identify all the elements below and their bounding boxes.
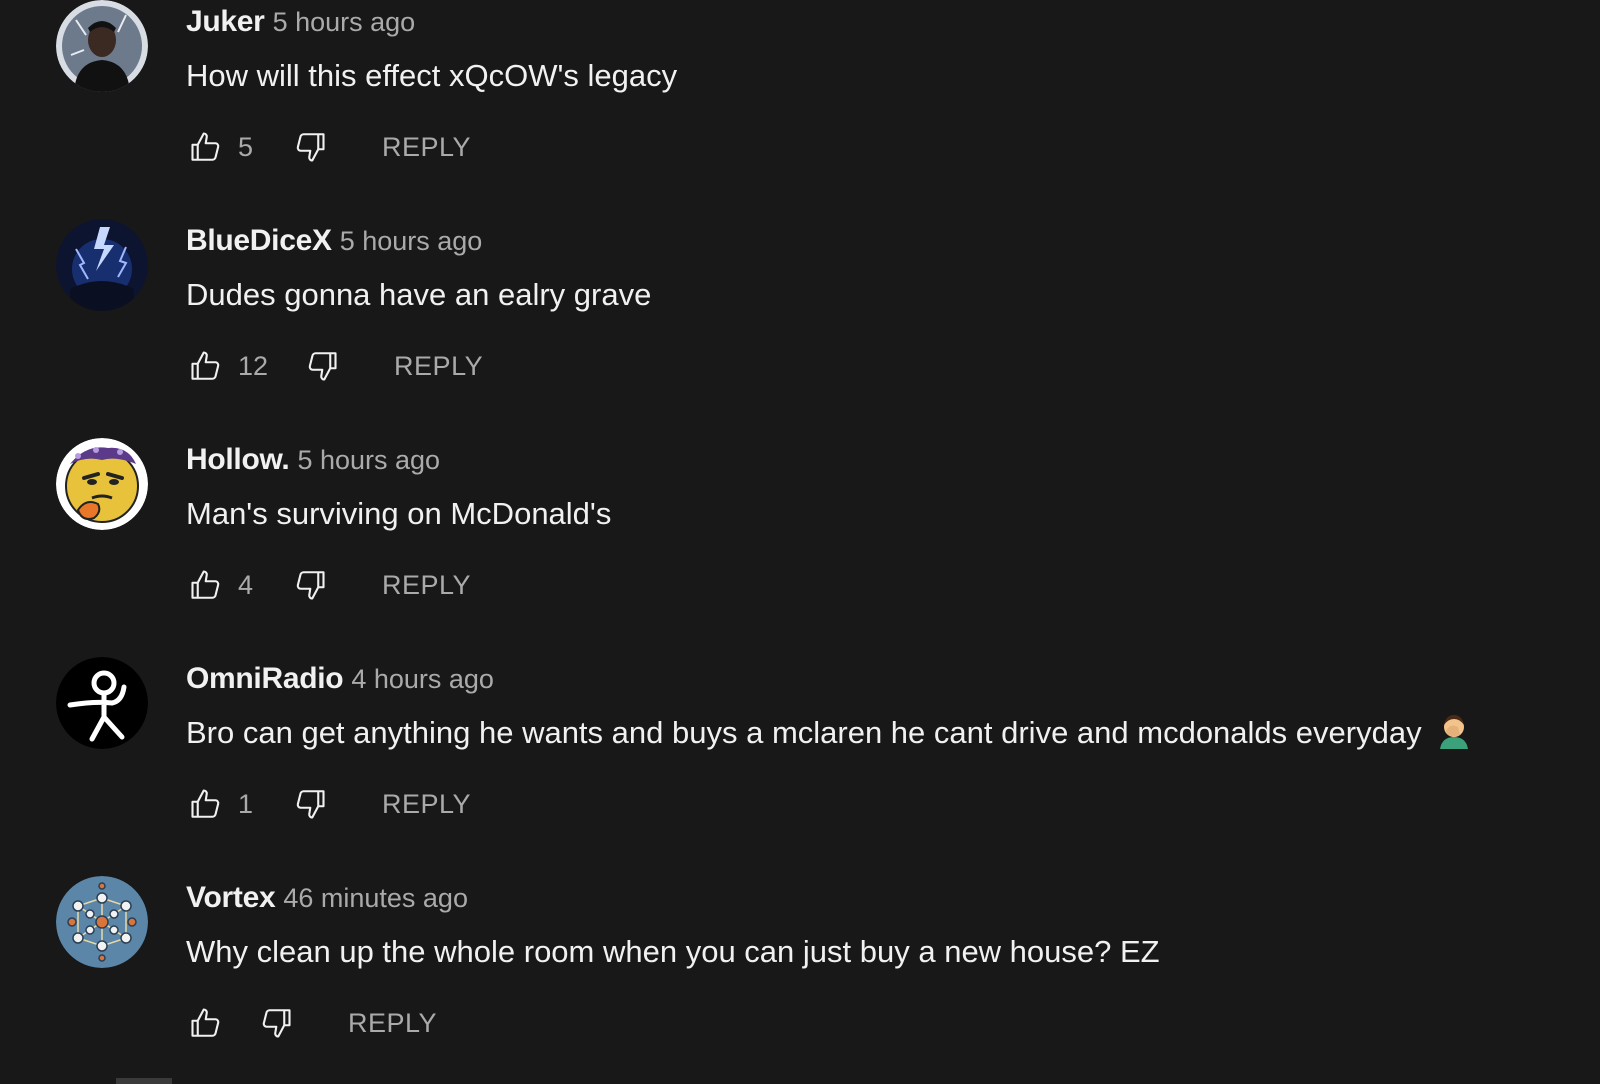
thumbs-down-icon xyxy=(304,348,340,384)
comment-timestamp[interactable]: 5 hours ago xyxy=(340,226,483,256)
comment-actions: REPLY xyxy=(186,1002,437,1044)
thumbs-up-icon xyxy=(188,129,224,165)
dislike-button[interactable] xyxy=(256,1003,296,1043)
like-button[interactable] xyxy=(186,784,226,824)
comment-header: Vortex 46 minutes ago xyxy=(186,880,468,921)
like-count: 5 xyxy=(238,131,254,162)
thinking-face-avatar-icon xyxy=(56,438,148,530)
thumbs-down-icon xyxy=(258,1005,294,1041)
author-name[interactable]: Hollow. xyxy=(186,443,290,476)
thumbs-up-icon xyxy=(188,567,224,603)
dislike-button[interactable] xyxy=(290,784,330,824)
comment-text: Why clean up the whole room when you can… xyxy=(186,934,1160,969)
man-facepalming-emoji-icon xyxy=(1439,715,1468,749)
comment-timestamp[interactable]: 5 hours ago xyxy=(273,7,416,37)
author-name[interactable]: Juker xyxy=(186,5,265,38)
author-avatar[interactable] xyxy=(56,876,148,968)
author-avatar[interactable] xyxy=(56,657,148,749)
comment-text: How will this effect xQcOW's legacy xyxy=(186,58,678,93)
comment-header: OmniRadio 4 hours ago xyxy=(186,661,494,702)
comment-header: BlueDiceX 5 hours ago xyxy=(186,223,482,264)
comment-text-body: Bro can get anything he wants and buys a… xyxy=(186,715,1422,750)
author-avatar[interactable] xyxy=(56,219,148,311)
comment-timestamp[interactable]: 4 hours ago xyxy=(351,664,494,694)
comment-text: Dudes gonna have an ealry grave xyxy=(186,277,652,312)
comment-header: Juker 5 hours ago xyxy=(186,4,415,45)
lightning-storm-avatar-icon xyxy=(56,219,148,311)
comment-timestamp[interactable]: 46 minutes ago xyxy=(283,883,468,913)
thumbs-up-icon xyxy=(188,348,224,384)
like-button[interactable] xyxy=(186,127,226,167)
comment-thread: Juker 5 hours ago How will this effect xQ… xyxy=(0,0,1600,200)
like-button[interactable] xyxy=(186,346,226,386)
author-avatar[interactable] xyxy=(56,438,148,530)
reply-button[interactable]: REPLY xyxy=(382,132,471,163)
like-count: 4 xyxy=(238,569,254,600)
comment-thread: Hollow. 5 hours ago Man's surviving on Mc… xyxy=(0,438,1600,638)
comment-actions: 12 REPLY xyxy=(186,345,483,387)
author-avatar[interactable] xyxy=(56,0,148,92)
like-button[interactable] xyxy=(186,1003,226,1043)
author-name[interactable]: BlueDiceX xyxy=(186,224,332,257)
dislike-button[interactable] xyxy=(290,127,330,167)
thumbs-up-icon xyxy=(188,1005,224,1041)
comment-actions: 4 REPLY xyxy=(186,564,471,606)
like-count: 1 xyxy=(238,788,254,819)
reply-button[interactable]: REPLY xyxy=(394,351,483,382)
thumbs-down-icon xyxy=(292,129,328,165)
thumbs-up-icon xyxy=(188,786,224,822)
dislike-button[interactable] xyxy=(290,565,330,605)
scroll-indicator xyxy=(116,1078,172,1084)
like-count: 12 xyxy=(238,350,269,381)
comment-actions: 5 REPLY xyxy=(186,126,471,168)
comment-thread: Vortex 46 minutes ago Why clean up the wh… xyxy=(0,876,1600,1076)
comment-timestamp[interactable]: 5 hours ago xyxy=(297,445,440,475)
comment-text: Man's surviving on McDonald's xyxy=(186,496,612,531)
reply-button[interactable]: REPLY xyxy=(382,570,471,601)
comment-thread: BlueDiceX 5 hours ago Dudes gonna have an… xyxy=(0,219,1600,419)
comment-text: Bro can get anything he wants and buys a… xyxy=(186,713,1472,753)
dot-grid-avatar-icon xyxy=(56,876,148,968)
reply-button[interactable]: REPLY xyxy=(382,789,471,820)
dislike-button[interactable] xyxy=(302,346,342,386)
reply-button[interactable]: REPLY xyxy=(348,1008,437,1039)
person-dark-avatar-icon xyxy=(56,0,148,92)
comment-header: Hollow. 5 hours ago xyxy=(186,442,440,483)
author-name[interactable]: Vortex xyxy=(186,881,276,914)
stick-figure-avatar-icon xyxy=(56,657,148,749)
author-name[interactable]: OmniRadio xyxy=(186,662,344,695)
like-button[interactable] xyxy=(186,565,226,605)
comment-actions: 1 REPLY xyxy=(186,783,471,825)
comments-list: Juker 5 hours ago How will this effect xQ… xyxy=(0,0,1600,1084)
thumbs-down-icon xyxy=(292,567,328,603)
thumbs-down-icon xyxy=(292,786,328,822)
comment-thread: OmniRadio 4 hours ago Bro can get anythin… xyxy=(0,657,1600,857)
